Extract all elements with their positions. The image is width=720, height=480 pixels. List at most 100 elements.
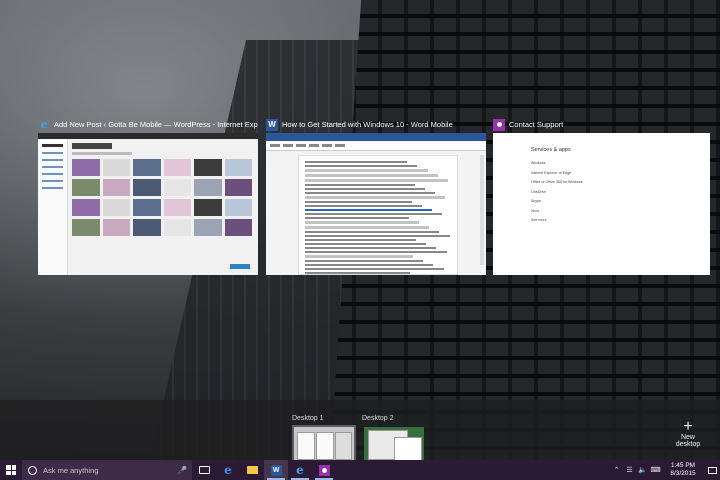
cortana-search-box[interactable]: Ask me anything 🎤 [22,460,192,480]
media-thumbnail [133,199,161,216]
document-text-line [305,213,443,215]
taskbar-file-explorer[interactable] [240,460,264,480]
service-item: See more [531,218,547,222]
folder-icon [246,466,258,474]
document-text-line [305,226,430,229]
media-thumbnail [194,199,222,216]
virtual-desktops-bar: Desktop 1 Desktop 2 + New desktop [0,400,720,467]
media-thumbnail [224,219,252,236]
clock-time: 1:45 PM [670,462,696,469]
taskbar-edge[interactable]: e [216,460,240,480]
word-icon: W [270,464,282,476]
media-thumbnail [163,199,191,216]
windows-logo-icon [6,465,16,475]
media-thumbnail [194,159,222,176]
network-icon[interactable]: ☰ [623,466,636,474]
document-text-line [305,205,422,207]
task-view-window-word[interactable]: W How to Get Started with Windows 10 - W… [266,116,486,275]
document-text-line [305,192,435,194]
media-thumbnail [133,219,161,236]
desktop-label: Desktop 2 [362,415,394,422]
media-thumbnail [163,179,191,196]
word-ribbon-tabs [266,141,486,151]
window-title: Add New Post ‹ Gotta Be Mobile — WordPre… [54,120,258,129]
action-center-button[interactable] [704,460,720,480]
services-panel: Services & apps Windows Internet Explore… [531,147,690,226]
document-text-line [305,196,446,199]
document-text-line [305,239,416,241]
taskbar-contact-support[interactable] [312,460,336,480]
task-view-window-internet-explorer[interactable]: e Add New Post ‹ Gotta Be Mobile — WordP… [38,116,258,275]
document-text-line [305,201,412,203]
window-title: How to Get Started with Windows 10 - Wor… [282,120,453,129]
document-text-line [305,165,418,167]
internet-explorer-icon: e [296,463,304,477]
keyboard-icon[interactable]: ⌨ [649,466,662,474]
task-view-icon [198,466,210,474]
document-text-line [305,251,447,253]
media-thumbnail [224,159,252,176]
media-thumbnail [133,179,161,196]
media-thumbnail [163,159,191,176]
document-text-line [305,221,419,224]
desktop-label: Desktop 1 [292,415,324,422]
microphone-icon[interactable]: 🎤 [176,466,188,475]
media-thumbnail [163,219,191,236]
task-view-button[interactable] [192,460,216,480]
window-thumbnail[interactable] [38,133,258,275]
document-text-line [305,184,415,186]
volume-icon[interactable]: 🔈 [636,466,649,474]
window-title-bar: e Add New Post ‹ Gotta Be Mobile — WordP… [38,116,259,133]
media-thumbnail [102,199,130,216]
internet-explorer-icon: e [40,118,48,131]
service-item: Skype [531,199,541,203]
media-library-grid [72,143,252,267]
search-placeholder: Ask me anything [43,465,99,475]
media-thumbnail [102,179,130,196]
window-thumbnail[interactable] [266,133,486,275]
document-text-line [305,255,414,258]
media-thumbnail [72,159,100,176]
taskbar-internet-explorer[interactable]: e [288,460,312,480]
media-thumbnail [194,219,222,236]
plus-icon: + [683,418,693,435]
edge-icon: e [224,463,232,477]
start-button[interactable] [0,460,22,480]
services-heading: Services & apps [531,147,571,153]
media-thumbnail [72,199,100,216]
service-item: Windows [531,161,546,165]
new-desktop-button[interactable]: + New desktop [668,418,708,449]
media-thumbnail [102,159,130,176]
document-text-line [305,217,409,219]
window-title-bar: Contact Support [493,116,710,133]
task-view-window-contact-support[interactable]: Contact Support Services & apps Windows … [493,116,710,275]
document-text-line [305,179,449,182]
service-item: OneDrive [531,189,547,194]
clock[interactable]: 1:45 PM 8/3/2015 [662,462,704,478]
document-text-line [305,243,427,245]
system-tray: ⌃ ☰ 🔈 ⌨ 1:45 PM 8/3/2015 [610,460,720,480]
document-text-line [305,174,438,177]
service-item: Internet Explorer or Edge [531,170,572,175]
window-thumbnail[interactable]: Services & apps Windows Internet Explore… [493,133,710,275]
window-title: Contact Support [509,120,564,129]
media-thumbnail [194,179,222,196]
document-text-line [305,161,408,163]
document-text-line [305,169,428,172]
document-text-line [305,260,424,262]
chevron-up-icon[interactable]: ⌃ [610,466,623,474]
notification-icon [707,466,717,474]
media-thumbnail [72,219,100,236]
media-thumbnail [102,219,130,236]
document-text-line [305,235,450,237]
word-scrollbar [480,155,484,265]
media-thumbnail [133,159,161,176]
insert-button [230,264,250,269]
document-text-line [305,231,440,233]
cortana-icon [28,465,37,475]
taskbar-word[interactable]: W [264,460,288,480]
word-icon: W [266,118,278,131]
taskbar: Ask me anything 🎤 e W e ⌃ ☰ 🔈 ⌨ 1:45 PM … [0,460,720,480]
service-item: Office or Office 365 for Windows [531,180,583,184]
media-thumbnail [224,199,252,216]
